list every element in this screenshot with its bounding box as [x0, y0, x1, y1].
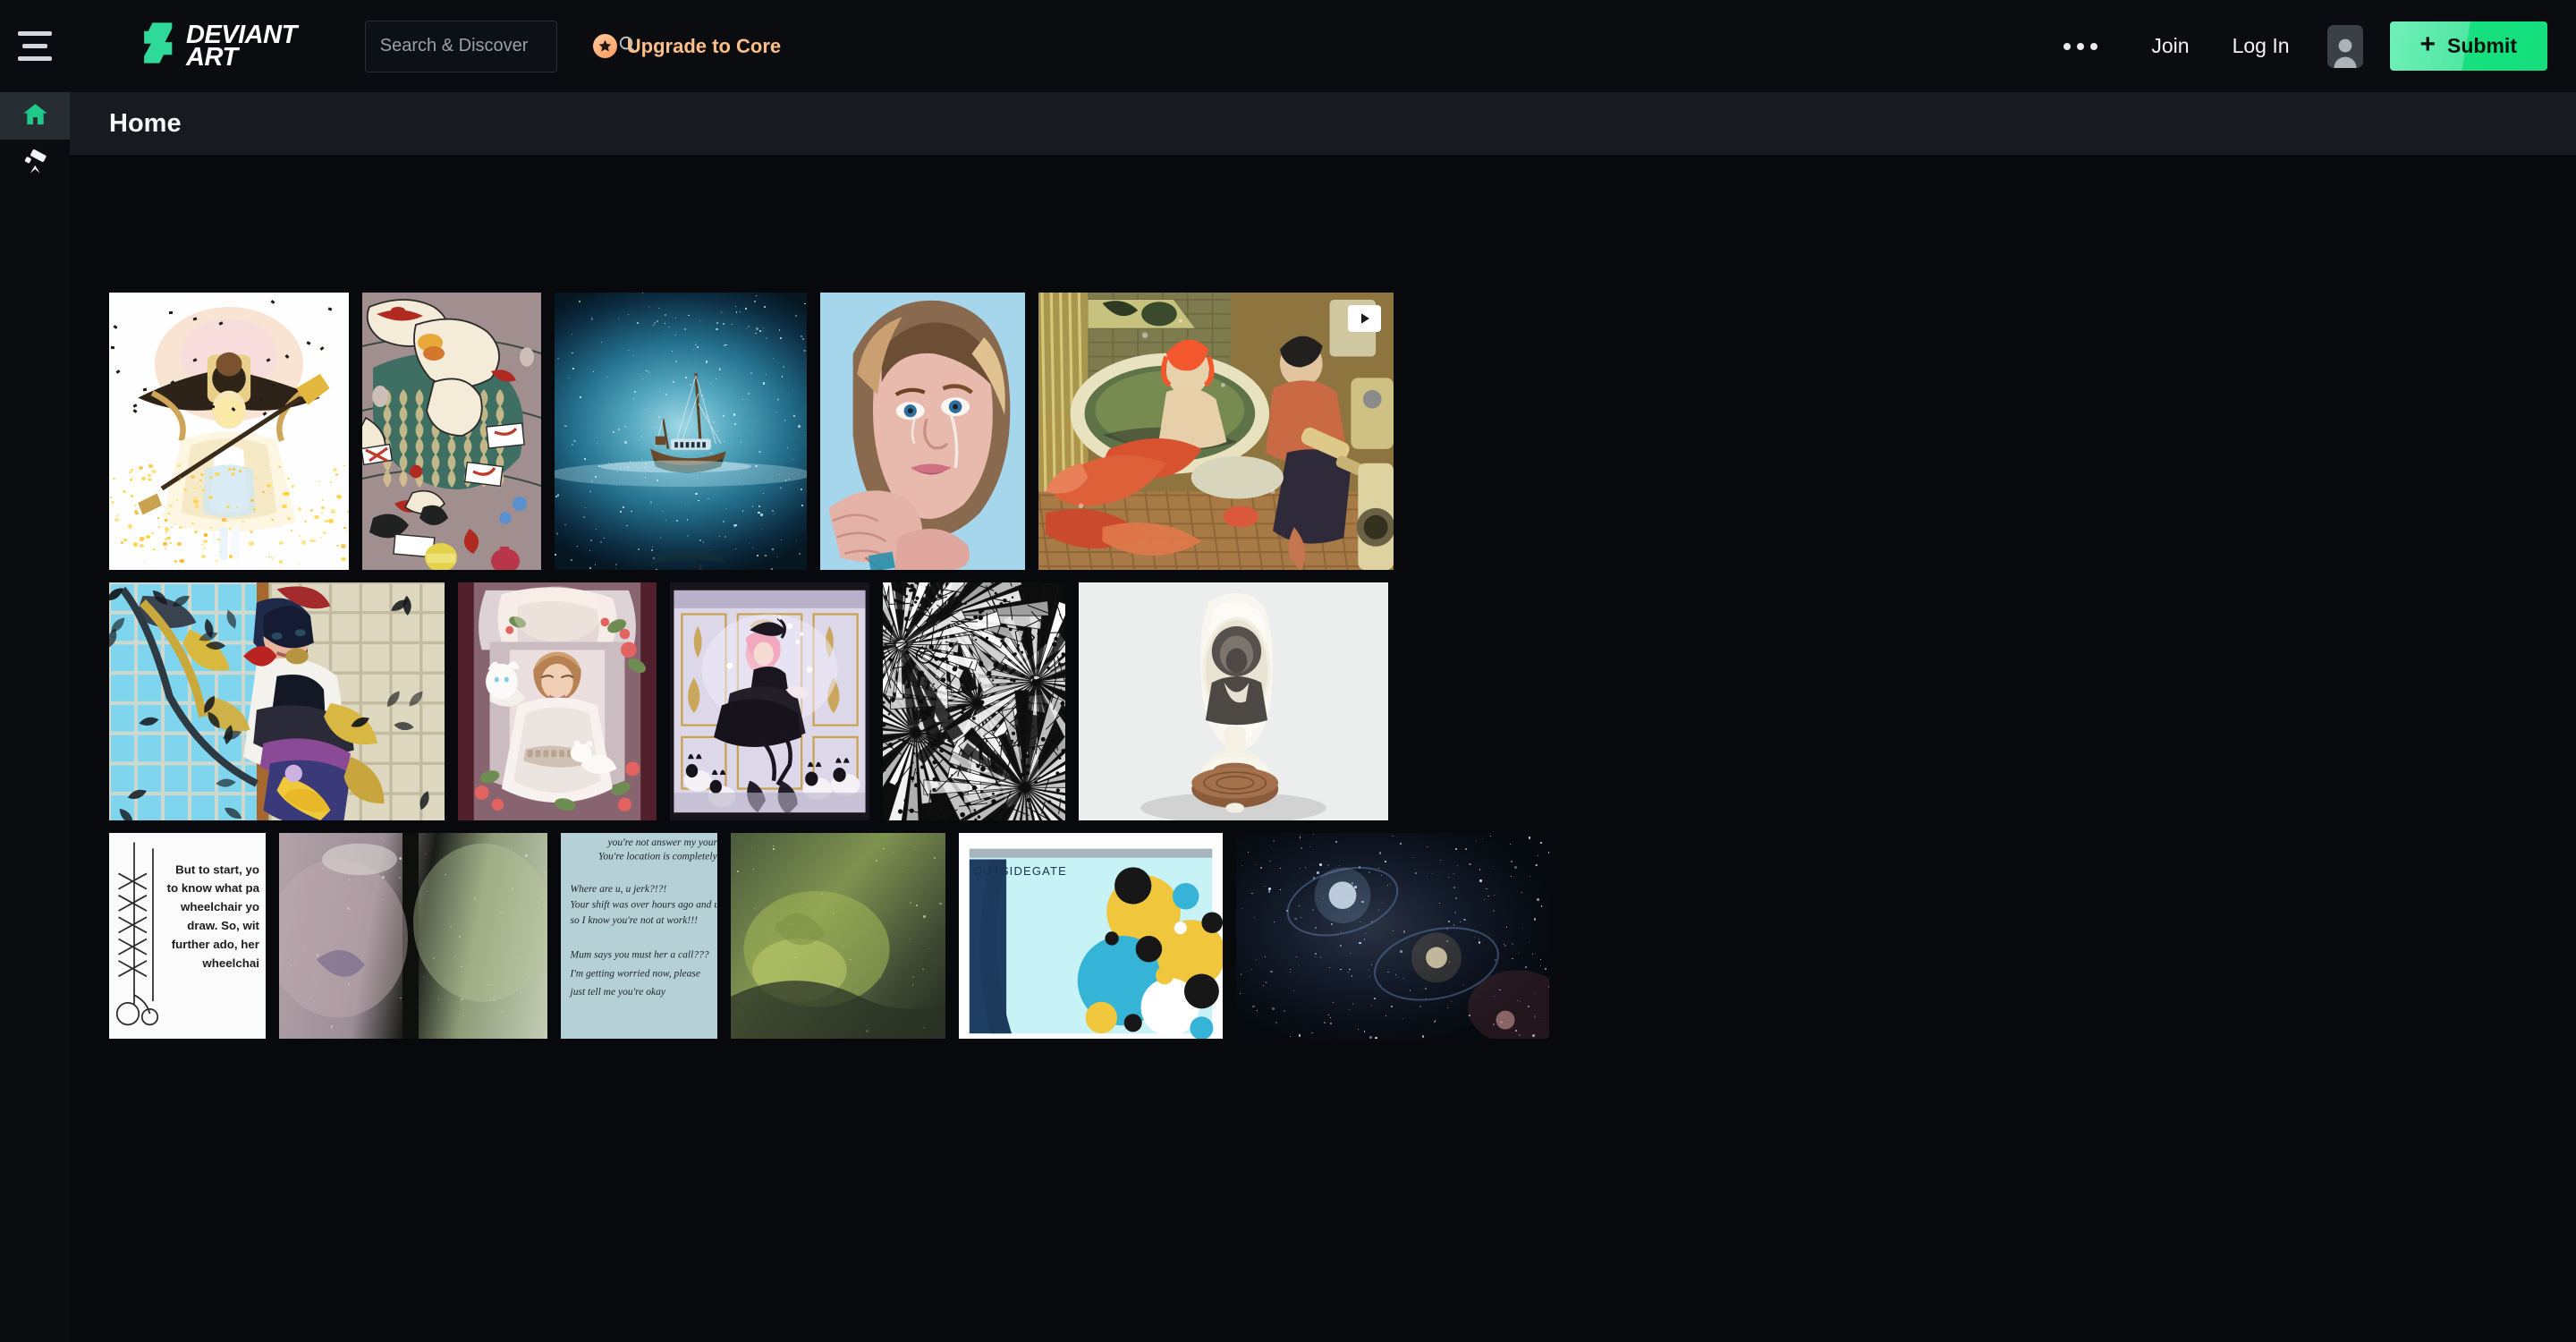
handwritten-story-page-artwork[interactable]: you're not answer my your p You're locat… [561, 833, 717, 1039]
svg-text:to know what pa: to know what pa [167, 881, 260, 895]
artwork-thumbnail-image [109, 582, 445, 820]
home-icon [21, 100, 49, 132]
baroque-room-rabbits-fashion-photo[interactable] [670, 582, 869, 820]
gallery-content-area: But to start, yo to know what pa wheelch… [70, 155, 2576, 1342]
page-header: Home [70, 92, 2576, 155]
crying-woman-oil-portrait-artwork[interactable] [820, 293, 1025, 570]
submit-button-label: Submit [2447, 34, 2517, 57]
core-star-badge-icon [592, 34, 617, 58]
gallery-row [70, 293, 2576, 570]
plus-icon: + [2419, 30, 2436, 59]
artwork-thumbnail-image [362, 293, 541, 570]
submit-button[interactable]: + Submit [2389, 21, 2547, 71]
play-badge-icon[interactable] [1348, 305, 1381, 332]
artwork-thumbnail-image [883, 582, 1065, 820]
anime-golden-knight-artwork[interactable] [109, 293, 349, 570]
artwork-thumbnail-image [458, 582, 657, 820]
artwork-thumbnail-image [1236, 833, 1549, 1039]
artwork-thumbnail-image [1079, 582, 1388, 820]
svg-text:wheelchai: wheelchai [201, 956, 259, 970]
artwork-thumbnail-image [670, 582, 869, 820]
svg-text:wheelchair yo: wheelchair yo [180, 900, 259, 913]
sidebar-item-watch[interactable] [0, 140, 70, 187]
search-box[interactable] [364, 20, 636, 72]
page-title: Home [109, 108, 182, 138]
sidebar-item-home[interactable] [0, 92, 70, 140]
green-abstract-landscape-artwork[interactable] [731, 833, 945, 1039]
deep-space-nebula-artwork[interactable] [1236, 833, 1549, 1039]
gallery-row: But to start, yo to know what pa wheelch… [70, 833, 2576, 1039]
artwork-thumbnail-image [555, 293, 807, 570]
wheelchair-drawing-tutorial-artwork[interactable]: But to start, yo to know what pa wheelch… [109, 833, 266, 1039]
sleeping-girl-throne-cats-artwork[interactable] [458, 582, 657, 820]
artwork-thumbnail-image [109, 293, 349, 570]
svg-text:so I know you're not at work!!: so I know you're not at work!!! [571, 915, 699, 926]
left-sidebar [0, 92, 70, 1342]
svg-text:Your shift was over hours ago: Your shift was over hours ago and u put [571, 900, 718, 911]
zentangle-geometric-ink-drawing[interactable] [883, 582, 1065, 820]
artwork-thumbnail-image: But to start, yo to know what pa wheelch… [109, 833, 266, 1039]
deviantart-logo[interactable]: DEVIANT ART [141, 21, 297, 72]
join-button[interactable]: Join [2130, 21, 2210, 71]
svg-text:draw. So, wit: draw. So, wit [187, 919, 259, 932]
artwork-thumbnail-image [820, 293, 1025, 570]
cosplay-archer-photo[interactable] [109, 582, 445, 820]
log-in-button[interactable]: Log In [2211, 21, 2311, 71]
blurred-landscape-photo[interactable] [279, 833, 547, 1039]
svg-text:further ado, her: further ado, her [172, 938, 259, 951]
svg-text:just tell me you're okay: just tell me you're okay [568, 987, 665, 998]
top-navigation-bar: DEVIANT ART Upgrade to Core Join Log In … [0, 0, 2576, 92]
lone-sailboat-seascape-artwork[interactable] [555, 293, 807, 570]
svg-text:I'm getting worried now, pleas: I'm getting worried now, please [569, 968, 700, 979]
upgrade-to-core-label: Upgrade to Core [626, 34, 782, 57]
gallery-grid: But to start, yo to know what pa wheelch… [70, 293, 2576, 1039]
artwork-thumbnail-image [1038, 293, 1394, 570]
svg-text:Where are u, u jerk?!?!: Where are u, u jerk?!?! [571, 884, 667, 895]
artwork-thumbnail-image [279, 833, 547, 1039]
svg-text:Mum says you must her a call??: Mum says you must her a call??? [569, 949, 708, 960]
logo-text-line2: ART [186, 42, 238, 72]
hamburger-menu-icon[interactable] [0, 0, 70, 92]
eastern-dragon-pattern-artwork[interactable] [362, 293, 541, 570]
svg-text:you're not answer my your p: you're not answer my your p [606, 837, 717, 848]
mermaid-bathtub-guitar-artwork[interactable] [1038, 293, 1394, 570]
upgrade-to-core-link[interactable]: Upgrade to Core [592, 34, 782, 58]
search-input[interactable] [379, 36, 617, 56]
telescope-icon [21, 148, 49, 180]
svg-text:But to start, yo: But to start, yo [175, 862, 259, 876]
artwork-thumbnail-image: OUTSIDEGATE [959, 833, 1223, 1039]
outsidegate-graphic-design-artwork[interactable]: OUTSIDEGATE [959, 833, 1223, 1039]
svg-text:OUTSIDEGATE: OUTSIDEGATE [973, 864, 1067, 878]
scrimshaw-portrait-carving-photo[interactable] [1079, 582, 1388, 820]
gallery-row [70, 582, 2576, 820]
svg-text:You're location is completely: You're location is completely [598, 852, 717, 862]
user-avatar-icon[interactable] [2326, 24, 2363, 68]
ellipsis-icon[interactable] [2047, 29, 2114, 64]
deviantart-logo-mark-icon [141, 21, 177, 72]
artwork-thumbnail-image [731, 833, 945, 1039]
artwork-thumbnail-image: you're not answer my your p You're locat… [561, 833, 717, 1039]
